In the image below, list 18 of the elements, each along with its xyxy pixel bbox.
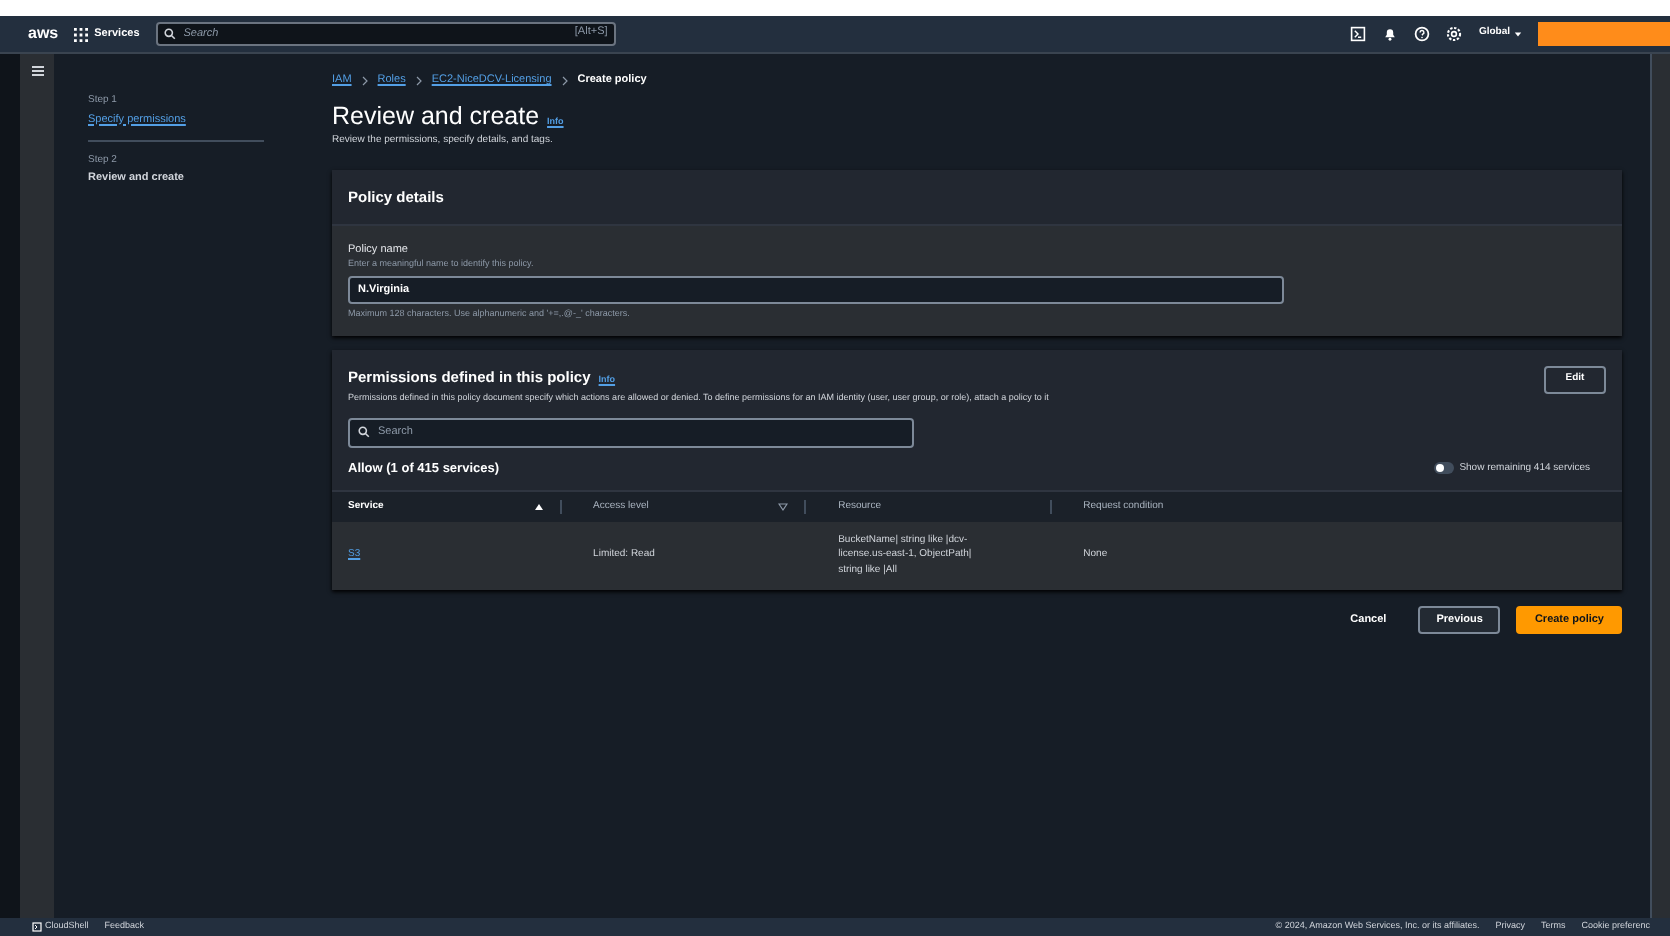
caret-icon <box>1514 30 1522 38</box>
grid-icon <box>74 27 89 41</box>
chevron-icon <box>559 75 570 85</box>
search-icon <box>358 426 370 438</box>
logo[interactable]: aws <box>28 26 59 42</box>
sort-ascending-icon[interactable] <box>533 502 544 512</box>
toggle-switch[interactable] <box>1433 462 1454 475</box>
chevron-icon <box>413 75 424 85</box>
settings-icon[interactable] <box>1446 26 1463 42</box>
menu-icon[interactable] <box>31 66 43 76</box>
chevron-icon <box>359 75 370 85</box>
sort-icon[interactable] <box>778 502 789 512</box>
help-icon[interactable] <box>1414 26 1431 42</box>
terminal-icon <box>32 922 42 932</box>
terminal-icon[interactable] <box>1350 26 1367 42</box>
search-icon <box>163 28 176 40</box>
bell-icon[interactable] <box>1382 26 1399 42</box>
page-title: Review and create <box>332 102 540 132</box>
